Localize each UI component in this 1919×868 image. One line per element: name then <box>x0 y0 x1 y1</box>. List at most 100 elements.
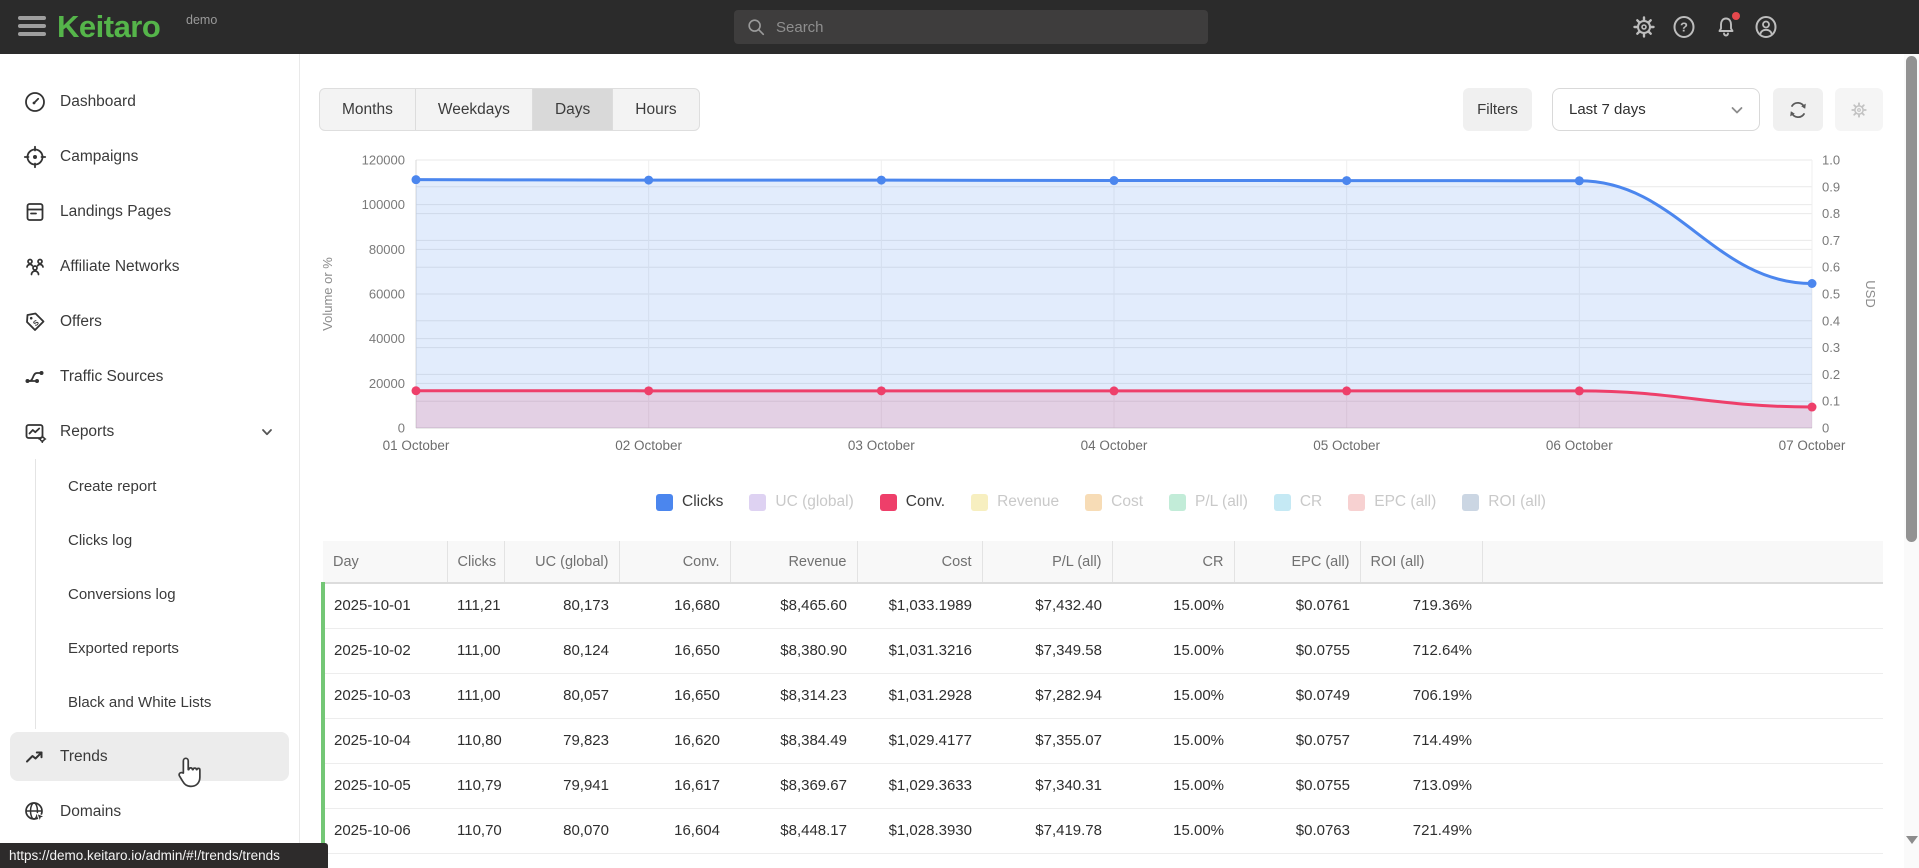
account-avatar-icon[interactable] <box>1754 15 1778 39</box>
cell-conv-: 16,650 <box>619 673 730 719</box>
filters-button[interactable]: Filters <box>1463 88 1532 131</box>
cell-epc-all-: $0.0763 <box>1234 808 1360 854</box>
column-header-clicks[interactable]: Clicks <box>447 541 505 584</box>
legend-label: UC (global) <box>775 493 854 510</box>
tab-months[interactable]: Months <box>320 89 416 130</box>
tab-weekdays[interactable]: Weekdays <box>416 89 533 130</box>
sidebar-item-campaigns[interactable]: Campaigns <box>0 129 299 184</box>
sidebar-subitem-create-report[interactable]: Create report <box>0 459 299 513</box>
scrollbar-thumb[interactable] <box>1906 56 1917 542</box>
legend-label: Clicks <box>682 493 724 510</box>
column-header-roi-all-[interactable]: ROI (all) <box>1360 541 1483 584</box>
tab-days[interactable]: Days <box>532 89 614 130</box>
legend-item-p-l-all-[interactable]: P/L (all) <box>1169 493 1248 511</box>
settings-gear-icon[interactable] <box>1632 15 1656 39</box>
sidebar-item-reports[interactable]: Reports <box>0 404 299 459</box>
scrollbar-down-arrow[interactable] <box>1906 836 1918 844</box>
svg-text:06 October: 06 October <box>1546 438 1613 453</box>
legend-item-roi-all-[interactable]: ROI (all) <box>1462 493 1546 511</box>
column-header-epc-all-[interactable]: EPC (all) <box>1234 541 1361 584</box>
svg-text:0.2: 0.2 <box>1822 367 1840 382</box>
cell-cr: 15.00% <box>1112 583 1234 629</box>
svg-text:0.9: 0.9 <box>1822 179 1840 194</box>
legend-swatch <box>1085 493 1103 511</box>
sidebar-subitem-exported-reports[interactable]: Exported reports <box>0 621 299 675</box>
cell-conv-: 16,680 <box>619 583 730 629</box>
svg-text:0.1: 0.1 <box>1822 394 1840 409</box>
column-header-uc-global-[interactable]: UC (global) <box>504 541 620 584</box>
sidebar-subitem-black-and-white-lists[interactable]: Black and White Lists <box>0 675 299 729</box>
cell-cost: $1,031.2928 <box>857 673 982 719</box>
cell-epc-all-: $0.0755 <box>1234 763 1360 809</box>
sidebar-item-traffic-sources[interactable]: Traffic Sources <box>0 349 299 404</box>
cell-day: 2025-10-05 <box>321 763 447 809</box>
column-header-revenue[interactable]: Revenue <box>730 541 858 584</box>
granularity-tabs: Months Weekdays Days Hours <box>319 88 700 131</box>
legend-item-clicks[interactable]: Clicks <box>656 493 723 511</box>
svg-text:0: 0 <box>398 421 405 436</box>
cell-conv-: 16,617 <box>619 763 730 809</box>
table-row: 2025-10-05 110,79 79,941 16,617 $8,369.67 $1,… <box>321 763 1883 809</box>
cell-roi-all-: 714.49% <box>1360 718 1482 764</box>
svg-text:0.6: 0.6 <box>1822 260 1840 275</box>
cell-p-l-all-: $7,349.58 <box>982 628 1112 674</box>
chart-legend: Clicks UC (global) Conv. Revenue Cost P/L (al… <box>321 486 1881 518</box>
table-row: 2025-10-01 111,21 80,173 16,680 $8,465.60 $1,… <box>321 583 1883 629</box>
hamburger-menu-icon[interactable] <box>18 16 46 38</box>
column-header-cr[interactable]: CR <box>1112 541 1235 584</box>
dashboard-icon <box>23 90 47 114</box>
legend-label: Conv. <box>905 493 946 510</box>
legend-item-revenue[interactable]: Revenue <box>971 493 1059 511</box>
legend-item-cr[interactable]: CR <box>1273 493 1322 511</box>
sidebar-subitem-conversions-log[interactable]: Conversions log <box>0 567 299 621</box>
notifications-bell-icon[interactable] <box>1714 12 1740 39</box>
sidebar-item-offers[interactable]: S Offers <box>0 294 299 349</box>
left-axis-title: Volume or % <box>320 257 335 331</box>
campaigns-icon <box>23 145 47 169</box>
svg-text:?: ? <box>1680 20 1688 35</box>
cell-roi-all-: 713.09% <box>1360 763 1482 809</box>
sidebar-nav: Dashboard Campaigns Landings Pages Affiliat… <box>0 54 300 868</box>
cell-roi-all-: 719.36% <box>1360 583 1482 629</box>
keitaro-logo[interactable]: Keitaro <box>57 9 161 45</box>
svg-text:07 October: 07 October <box>1779 438 1846 453</box>
sidebar-item-dashboard[interactable]: Dashboard <box>0 74 299 129</box>
right-axis-title: USD <box>1863 280 1878 307</box>
legend-item-cost[interactable]: Cost <box>1085 493 1143 511</box>
table-row: 2025-10-06 110,70 80,070 16,604 $8,448.17 $1,… <box>321 808 1883 854</box>
column-header-conv-[interactable]: Conv. <box>619 541 731 584</box>
refresh-button[interactable] <box>1773 88 1823 131</box>
date-range-select[interactable]: Last 7 days <box>1552 88 1760 131</box>
legend-item-uc-global-[interactable]: UC (global) <box>749 493 854 511</box>
column-header-cost[interactable]: Cost <box>857 541 983 584</box>
sidebar-item-landings-pages[interactable]: Landings Pages <box>0 184 299 239</box>
sidebar-item-affiliate-networks[interactable]: Affiliate Networks <box>0 239 299 294</box>
cell-uc-global-: 79,941 <box>504 763 619 809</box>
cell-epc-all-: $0.0746 <box>1234 853 1360 868</box>
legend-swatch <box>1462 493 1480 511</box>
keitaro-trends-page: Keitaro demo ? <box>0 0 1919 868</box>
cell-uc-global-: 80,173 <box>504 583 619 629</box>
sidebar-item-trends[interactable]: Trends <box>0 729 299 784</box>
sidebar-subitem-label: Create report <box>68 477 157 495</box>
column-header-day[interactable]: Day <box>323 541 448 584</box>
search-input[interactable] <box>776 18 1208 36</box>
svg-text:0.8: 0.8 <box>1822 206 1840 221</box>
sidebar-subitem-clicks-log[interactable]: Clicks log <box>0 513 299 567</box>
svg-text:20000: 20000 <box>369 376 405 391</box>
sidebar-item-label: Dashboard <box>60 92 136 110</box>
tab-hours[interactable]: Hours <box>613 89 698 130</box>
cell-uc-global-: 80,057 <box>504 673 619 719</box>
sidebar-item-domains[interactable]: Domains <box>0 784 299 839</box>
cell-roi-all-: 712.64% <box>1360 628 1482 674</box>
legend-item-epc-all-[interactable]: EPC (all) <box>1348 493 1436 511</box>
help-icon[interactable]: ? <box>1672 15 1696 39</box>
cell-revenue: $8,384.49 <box>730 718 857 764</box>
cell-cost: $1,031.3216 <box>857 628 982 674</box>
chart-settings-button[interactable] <box>1835 88 1883 131</box>
sidebar-subitem-label: Clicks log <box>68 531 133 549</box>
table-row: 2025-10-04 110,80 79,823 16,620 $8,384.49 $1,… <box>321 718 1883 764</box>
column-header-p-l-all-[interactable]: P/L (all) <box>982 541 1113 584</box>
chevron-down-icon <box>1731 106 1743 113</box>
legend-item-conv-[interactable]: Conv. <box>879 493 946 511</box>
